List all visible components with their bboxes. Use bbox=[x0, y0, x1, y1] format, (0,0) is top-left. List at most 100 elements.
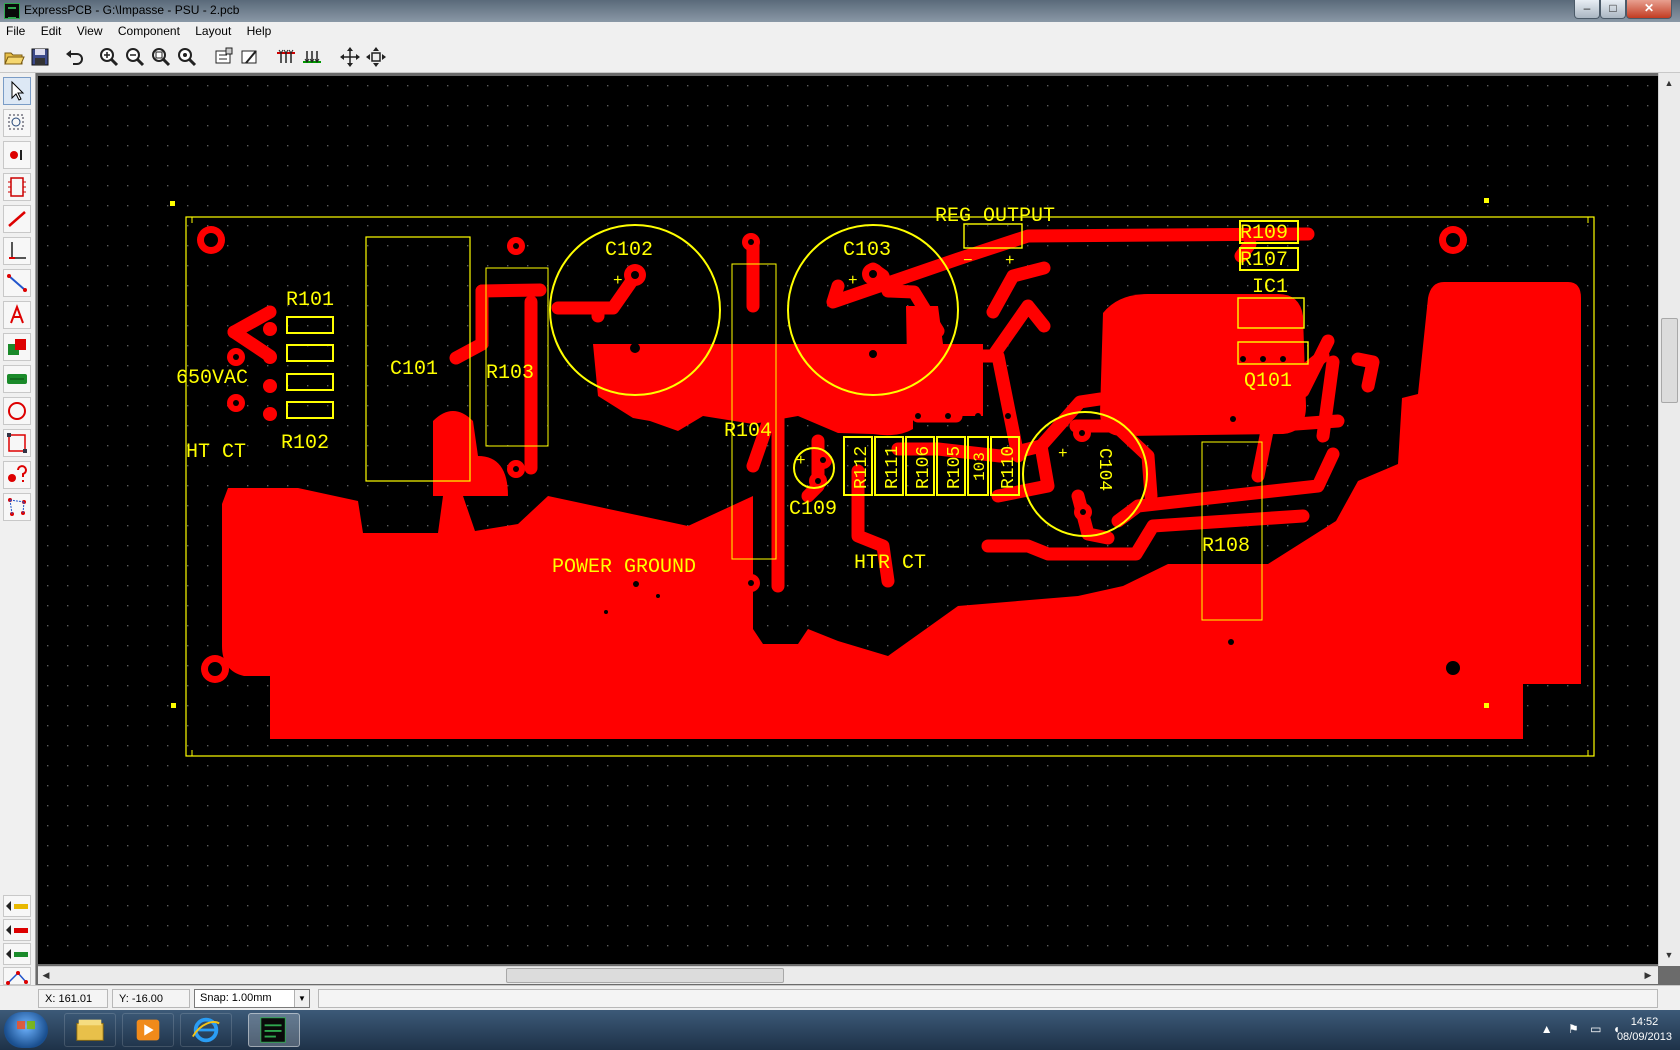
place-component-tool[interactable] bbox=[3, 173, 31, 201]
silkscreen-toggle[interactable] bbox=[3, 943, 31, 965]
chevron-down-icon[interactable]: ▼ bbox=[294, 990, 309, 1007]
vertical-scroll-thumb[interactable] bbox=[1661, 318, 1678, 403]
zoom-area-button[interactable] bbox=[175, 45, 199, 69]
place-component-icon bbox=[8, 177, 26, 197]
zoom-box-icon bbox=[8, 114, 24, 130]
menu-file[interactable]: File bbox=[0, 22, 31, 41]
open-button[interactable] bbox=[2, 45, 26, 69]
scroll-left-icon[interactable]: ◀ bbox=[38, 967, 54, 983]
label-q101: Q101 bbox=[1244, 370, 1292, 393]
query-tool[interactable] bbox=[3, 461, 31, 489]
undo-button[interactable] bbox=[62, 45, 86, 69]
label-c109: C109 bbox=[789, 498, 837, 521]
part-editor-icon bbox=[241, 50, 257, 64]
label-r112: R112 bbox=[852, 446, 872, 489]
label-r103: R103 bbox=[486, 362, 534, 385]
reg-output-minus: − bbox=[963, 252, 973, 270]
save-button[interactable] bbox=[28, 45, 52, 69]
scroll-up-icon[interactable]: ▲ bbox=[1661, 75, 1677, 91]
text-icon bbox=[10, 304, 24, 324]
rats-nest-icon bbox=[7, 274, 27, 292]
select-tool[interactable] bbox=[3, 77, 31, 105]
expresspcb-app-icon bbox=[4, 3, 20, 19]
start-button[interactable] bbox=[4, 1012, 48, 1048]
tool-palette bbox=[0, 73, 36, 985]
action-center-icon[interactable]: ⚑ bbox=[1568, 1022, 1579, 1036]
zoom-in-icon bbox=[100, 48, 119, 67]
status-bar: X: 161.01 Y: -16.00 Snap: 1.00mm ▼ bbox=[0, 985, 1680, 1010]
horizontal-scrollbar[interactable]: ◀ ▶ bbox=[38, 966, 1658, 984]
internet-explorer-icon bbox=[192, 1017, 220, 1043]
taskbar-explorer[interactable] bbox=[64, 1013, 116, 1047]
show-hidden-icons-icon[interactable]: ▲ bbox=[1541, 1022, 1553, 1036]
menu-component[interactable]: Component bbox=[112, 22, 186, 41]
trace-tool[interactable] bbox=[3, 205, 31, 233]
netlist-tool[interactable] bbox=[3, 493, 31, 521]
label-power-ground: POWER GROUND bbox=[552, 556, 696, 579]
taskbar-internet-explorer[interactable] bbox=[180, 1013, 232, 1047]
zoom-area-icon bbox=[178, 48, 197, 67]
label-r101: R101 bbox=[286, 289, 334, 312]
center-button[interactable] bbox=[364, 45, 388, 69]
bottom-layer-button[interactable] bbox=[300, 45, 324, 69]
pan-button[interactable] bbox=[338, 45, 362, 69]
text-tool[interactable] bbox=[3, 301, 31, 329]
polarity-c104: + bbox=[1058, 445, 1068, 463]
network-icon[interactable]: ▭ bbox=[1590, 1022, 1601, 1036]
ratsnest-toggle[interactable] bbox=[3, 967, 31, 985]
rectangle-icon bbox=[7, 433, 27, 453]
zoom-box-tool[interactable] bbox=[3, 109, 31, 137]
scroll-down-icon[interactable]: ▼ bbox=[1661, 947, 1677, 963]
top-layer-toggle[interactable] bbox=[3, 895, 31, 917]
menu-view[interactable]: View bbox=[71, 22, 109, 41]
pcb-layout[interactable]: R101 R102 650VAC HT CT C101 R103 C102 C1… bbox=[38, 76, 1658, 964]
zoom-in-button[interactable] bbox=[97, 45, 121, 69]
clock-date: 08/09/2013 bbox=[1616, 1031, 1672, 1043]
menu-layout[interactable]: Layout bbox=[189, 22, 237, 41]
label-r106: R106 bbox=[914, 446, 934, 489]
menu-edit[interactable]: Edit bbox=[35, 22, 68, 41]
circle-tool[interactable] bbox=[3, 397, 31, 425]
minimize-button[interactable]: – bbox=[1574, 0, 1600, 19]
taskbar-expresspcb[interactable] bbox=[248, 1013, 300, 1047]
bottom-layer-toggle-icon bbox=[6, 925, 28, 935]
scroll-right-icon[interactable]: ▶ bbox=[1640, 967, 1656, 983]
label-r104: R104 bbox=[724, 420, 772, 443]
corner-trace-tool[interactable] bbox=[3, 237, 31, 265]
pan-icon bbox=[340, 47, 360, 67]
taskbar-media-player[interactable] bbox=[122, 1013, 174, 1047]
polarity-c109: + bbox=[796, 452, 806, 470]
label-650vac: 650VAC bbox=[176, 367, 248, 390]
rectangle-tool[interactable] bbox=[3, 429, 31, 457]
expresspcb-icon bbox=[260, 1017, 286, 1043]
ground-plane-tool[interactable] bbox=[3, 365, 31, 393]
close-button[interactable]: ✕ bbox=[1626, 0, 1672, 19]
bottom-layer-toggle[interactable] bbox=[3, 919, 31, 941]
label-reg-output: REG OUTPUT bbox=[935, 205, 1055, 228]
menu-help[interactable]: Help bbox=[241, 22, 278, 41]
taskbar: ▲ ⚑ ▭ ◖ 14:52 08/09/2013 bbox=[0, 1010, 1680, 1050]
top-layer-icon bbox=[277, 49, 295, 63]
part-editor-button[interactable] bbox=[238, 45, 262, 69]
clock[interactable]: 14:52 08/09/2013 bbox=[1617, 1015, 1672, 1045]
zoom-fit-icon bbox=[152, 48, 171, 67]
filled-plane-tool[interactable] bbox=[3, 333, 31, 361]
snap-select[interactable]: Snap: 1.00mm ▼ bbox=[194, 989, 310, 1008]
place-pad-tool[interactable] bbox=[3, 141, 31, 169]
zoom-fit-button[interactable] bbox=[149, 45, 173, 69]
ground-plane-icon bbox=[7, 374, 27, 384]
horizontal-scroll-thumb[interactable] bbox=[506, 968, 784, 983]
component-properties-button[interactable] bbox=[212, 45, 236, 69]
label-r108: R108 bbox=[1202, 535, 1250, 558]
rats-nest-tool[interactable] bbox=[3, 269, 31, 297]
label-c103: C103 bbox=[843, 239, 891, 262]
pcb-canvas[interactable]: R101 R102 650VAC HT CT C101 R103 C102 C1… bbox=[38, 76, 1658, 964]
query-icon bbox=[8, 465, 27, 482]
corner-trace-icon bbox=[9, 242, 26, 259]
top-layer-button[interactable] bbox=[274, 45, 298, 69]
zoom-out-button[interactable] bbox=[123, 45, 147, 69]
vertical-scrollbar[interactable]: ▲ ▼ bbox=[1658, 73, 1680, 966]
label-r105: R105 bbox=[945, 446, 965, 489]
circle-icon bbox=[8, 402, 26, 420]
maximize-button[interactable]: □ bbox=[1600, 0, 1626, 19]
